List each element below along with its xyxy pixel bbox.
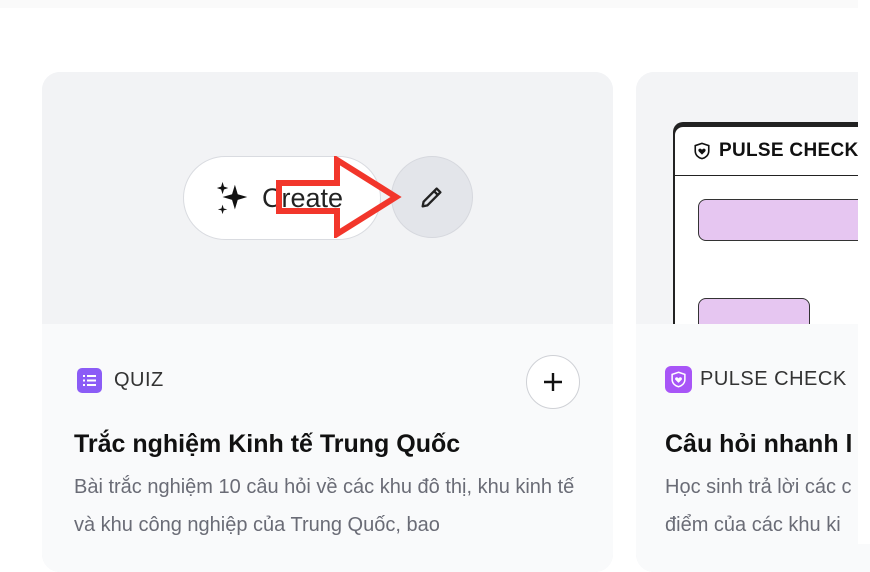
quiz-card-preview: Create: [42, 72, 613, 324]
annotation-arrow: [276, 156, 402, 238]
right-edge: [858, 0, 870, 544]
quiz-card[interactable]: Create QUIZ Trắc nghiệm Kinh tế Trung Qu…: [42, 72, 613, 572]
pulse-card[interactable]: PULSE CHECK PULSE CHECK Câu hỏi nhanh l …: [636, 72, 870, 572]
pulse-type-tag: PULSE CHECK: [665, 366, 847, 393]
pulse-preview-header: PULSE CHECK: [675, 127, 870, 176]
pulse-type-label: PULSE CHECK: [700, 368, 847, 390]
list-icon: [77, 368, 102, 393]
top-strip: [0, 0, 870, 8]
pulse-card-description: Học sinh trả lời các c điểm của các khu …: [665, 476, 852, 536]
quiz-card-description: Bài trắc nghiệm 10 câu hỏi về các khu đô…: [74, 476, 575, 536]
pulse-preview-title: PULSE CHECK: [719, 140, 859, 161]
heart-shield-icon: [665, 366, 692, 393]
quiz-type-tag: QUIZ: [77, 368, 164, 393]
pulse-answer-bar: [698, 199, 870, 241]
pulse-card-title[interactable]: Câu hỏi nhanh l: [665, 430, 853, 459]
sparkles-icon: [216, 181, 248, 215]
quiz-type-label: QUIZ: [114, 369, 164, 391]
pulse-card-preview: PULSE CHECK: [636, 72, 870, 359]
add-button[interactable]: [526, 355, 580, 409]
heart-shield-icon: [694, 142, 710, 160]
quiz-card-title[interactable]: Trắc nghiệm Kinh tế Trung Quốc: [74, 430, 460, 459]
plus-icon: [544, 373, 562, 391]
